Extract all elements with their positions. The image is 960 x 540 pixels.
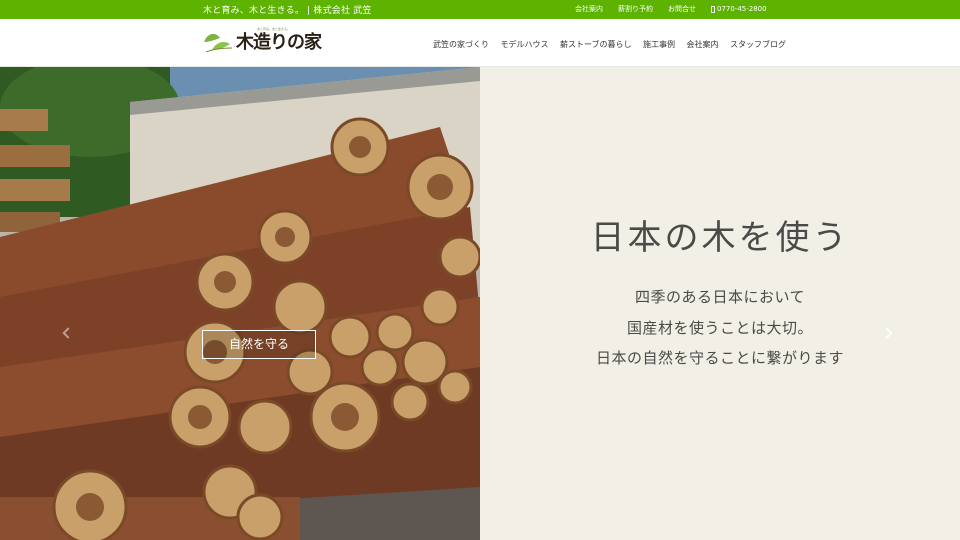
nav-item-works[interactable]: 施工事例 xyxy=(643,39,675,50)
top-link-firewood-booking[interactable]: 薪割り予約 xyxy=(618,4,653,14)
nav-item-staff-blog[interactable]: スタッフブログ xyxy=(730,39,786,50)
protect-nature-button[interactable]: 自然を守る xyxy=(202,330,316,359)
top-links: 会社案内 薪割り予約 お問合せ 0770-45-2800 xyxy=(575,4,782,14)
top-link-contact[interactable]: お問合せ xyxy=(668,4,696,14)
top-link-company[interactable]: 会社案内 xyxy=(575,4,603,14)
hero-photo-logs: 自然を守る xyxy=(0,67,480,540)
logo-text[interactable]: 木造りの家 xyxy=(236,28,322,54)
hero-slider: 自然を守る 日本の木を使う 四季のある日本において 国産材を使うことは大切。 日… xyxy=(0,67,960,540)
phone-number: 0770-45-2800 xyxy=(717,5,767,13)
hero-copy-line: 四季のある日本において xyxy=(634,288,806,306)
site-tagline: 木と育み、木と生きる。 | 株式会社 武笠 xyxy=(203,6,372,16)
hero-text-panel: 日本の木を使う 四季のある日本において 国産材を使うことは大切。 日本の自然を守… xyxy=(480,67,960,540)
main-nav: 武笠の家づくり モデルハウス 薪ストーブの暮らし 施工事例 会社案内 スタッフブ… xyxy=(433,39,798,50)
nav-item-wood-stove[interactable]: 薪ストーブの暮らし xyxy=(560,39,632,50)
nav-item-model-house[interactable]: モデルハウス xyxy=(501,39,549,50)
nav-item-company[interactable]: 会社案内 xyxy=(687,39,719,50)
hero-copy-line: 日本の自然を守ることに繋がります xyxy=(595,349,844,367)
nav-item-housebuilding[interactable]: 武笠の家づくり xyxy=(433,39,489,50)
site-header: 木と育み、木と生きる。 木造りの家 武笠の家づくり モデルハウス 薪ストーブの暮… xyxy=(0,19,960,67)
top-phone[interactable]: 0770-45-2800 xyxy=(711,4,767,14)
top-bar: 木と育み、木と生きる。 | 株式会社 武笠 会社案内 薪割り予約 お問合せ 07… xyxy=(0,0,960,19)
phone-icon xyxy=(711,5,715,13)
hero-headline: 日本の木を使う xyxy=(590,218,850,258)
